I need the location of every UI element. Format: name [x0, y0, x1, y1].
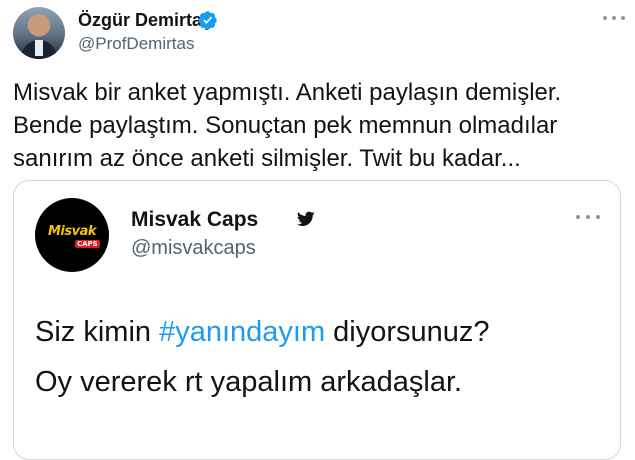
avatar-logo-text: Misvak	[47, 224, 97, 239]
author-name[interactable]: Özgür Demirtaş	[78, 9, 212, 31]
more-options-icon[interactable]	[603, 12, 625, 24]
tweet-text-line: Misvak bir anket yapmıştı. Anketi paylaş…	[13, 79, 562, 106]
tweet-text: Misvak bir anket yapmıştı. Anketi paylaş…	[13, 76, 623, 175]
more-options-icon[interactable]	[576, 211, 600, 223]
avatar-logo-subtext: CAPS	[75, 240, 100, 248]
author-handle[interactable]: @ProfDemirtas	[78, 33, 194, 55]
quoted-text-line-2: Oy vererek rt yapalım arkadaşlar.	[35, 366, 463, 398]
tweet-card: Özgür Demirtaş @ProfDemirtas Misvak bir …	[0, 0, 635, 460]
quoted-text-line-1: Siz kimin #yanındayım diyorsunuz?	[35, 307, 615, 357]
twitter-bird-icon	[297, 211, 315, 226]
quoted-tweet[interactable]: Misvak CAPS Misvak Caps @misvakcaps Siz …	[13, 180, 621, 460]
avatar-shirt	[35, 40, 43, 56]
tweet-text-line: sanırım az önce anketi silmişler. Twit b…	[13, 145, 521, 172]
quoted-author-avatar[interactable]: Misvak CAPS	[35, 198, 109, 272]
verified-badge-icon	[198, 11, 217, 30]
quoted-text-before: Siz kimin	[35, 316, 160, 348]
quoted-author-handle[interactable]: @misvakcaps	[131, 235, 256, 261]
hashtag-link[interactable]: #yanındayım	[159, 316, 325, 348]
quoted-tweet-text: Siz kimin #yanındayım diyorsunuz? Oy ver…	[35, 307, 615, 407]
tweet-text-line: Bende paylaştım. Sonuçtan pek memnun olm…	[13, 112, 558, 139]
quoted-text-after: diyorsunuz?	[325, 316, 490, 348]
author-avatar[interactable]	[13, 7, 65, 59]
quoted-author-name[interactable]: Misvak Caps	[131, 207, 258, 233]
